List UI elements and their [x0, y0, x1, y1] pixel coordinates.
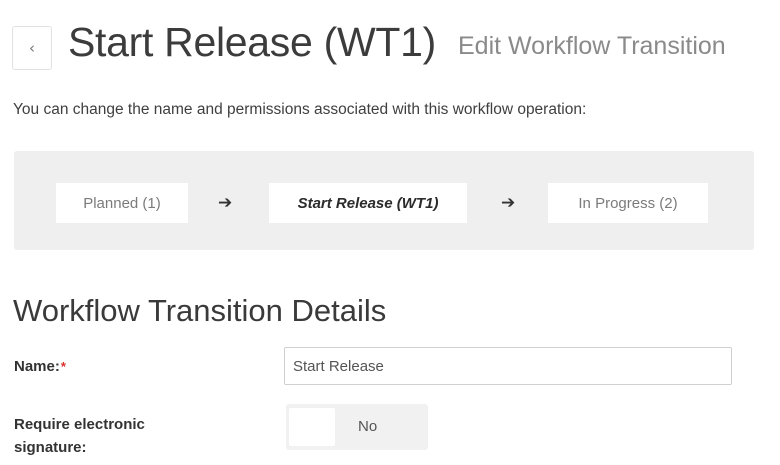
page-description: You can change the name and permissions … [13, 101, 587, 118]
esig-toggle[interactable]: No [286, 404, 428, 450]
name-input[interactable] [284, 347, 732, 385]
page-title: Start Release (WT1) [68, 19, 436, 65]
page-subtitle: Edit Workflow Transition [458, 32, 726, 60]
required-asterisk: * [60, 359, 66, 374]
toggle-knob[interactable] [289, 408, 335, 446]
esig-label-line2: signature: [14, 439, 87, 456]
transition-node: Start Release (WT1) [269, 183, 467, 223]
esig-label: Require electronic signature: [14, 413, 145, 459]
arrow-right-icon: ➔ [501, 193, 516, 213]
chevron-left-icon: ‹ [29, 38, 35, 57]
back-button[interactable]: ‹ [12, 26, 52, 70]
to-state-node[interactable]: In Progress (2) [548, 183, 708, 223]
name-label-text: Name: [14, 358, 60, 375]
from-state-node[interactable]: Planned (1) [56, 183, 188, 223]
name-label: Name:* [14, 355, 66, 378]
esig-label-line1: Require electronic [14, 416, 145, 433]
workflow-diagram: Planned (1) ➔ Start Release (WT1) ➔ In P… [14, 151, 754, 250]
section-title: Workflow Transition Details [13, 293, 387, 328]
arrow-right-icon: ➔ [218, 193, 233, 213]
toggle-state-label: No [358, 418, 378, 435]
